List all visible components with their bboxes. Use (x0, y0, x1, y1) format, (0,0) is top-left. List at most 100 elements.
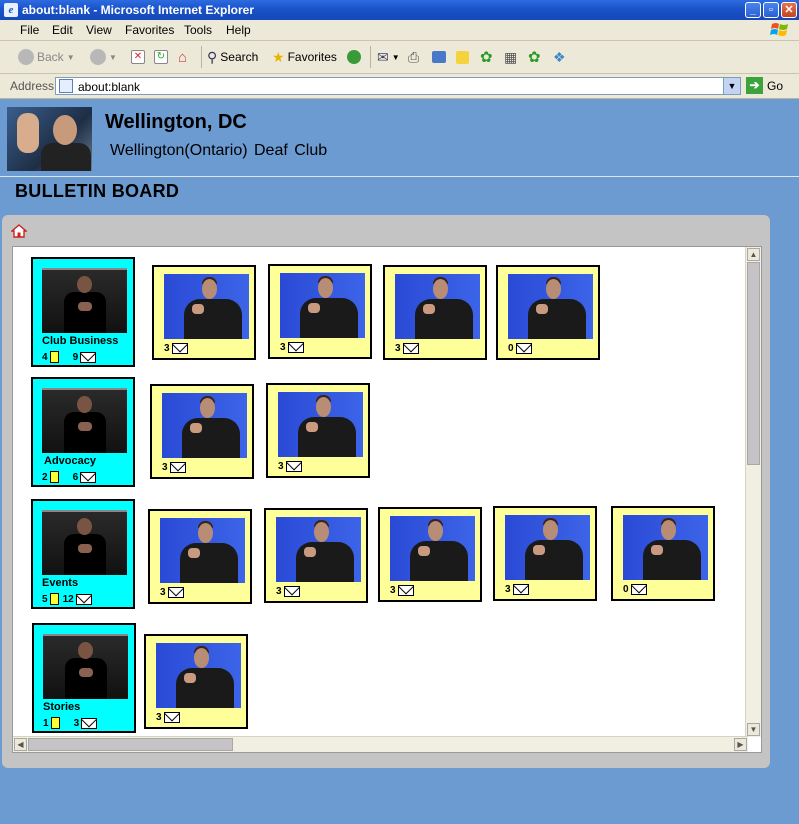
category-label: Advocacy (44, 455, 96, 467)
video-thumbnail (278, 392, 363, 457)
video-post[interactable]: 3 (378, 507, 482, 602)
history-button[interactable] (347, 48, 361, 66)
category-events[interactable]: Events 5 12 (31, 499, 135, 609)
video-thumbnail (164, 274, 249, 339)
chevron-down-icon: ▼ (391, 52, 400, 62)
scroll-down-icon[interactable]: ▼ (747, 723, 760, 736)
video-thumbnail (390, 516, 475, 581)
category-thumbnail (42, 268, 127, 333)
window-title: about:blank - Microsoft Internet Explore… (22, 3, 255, 17)
video-thumbnail (508, 274, 593, 339)
forward-button[interactable]: ▼ (90, 48, 117, 66)
menu-tools[interactable]: Tools (184, 23, 212, 37)
reply-count: 3 (278, 461, 284, 472)
discuss-button[interactable] (456, 48, 469, 66)
category-thumbnail (42, 510, 127, 575)
address-value: about:blank (78, 80, 141, 94)
menu-file[interactable]: File (20, 23, 39, 37)
maximize-button[interactable]: ▫ (763, 2, 779, 18)
reply-count: 3 (160, 587, 166, 598)
category-label: Stories (43, 701, 81, 713)
go-label: Go (767, 78, 784, 93)
messenger-button[interactable]: ✿ (528, 48, 541, 66)
envelope-icon (80, 471, 97, 483)
address-dropdown[interactable]: ▼ (723, 78, 740, 94)
search-button[interactable]: ⚲ Search (207, 48, 258, 66)
icq-button[interactable]: ✿ (480, 48, 493, 66)
video-post[interactable]: 3 (152, 265, 256, 360)
board-title: BULLETIN BOARD (15, 181, 180, 201)
envelope-icon (81, 717, 98, 729)
toolbar: Back ▼ ▼ ✕ ↻ ⌂ ⚲ Search ★ Favorites ✉ ▼ … (0, 41, 799, 74)
category-stories[interactable]: Stories 1 3 (32, 623, 136, 733)
search-icon: ⚲ (207, 48, 218, 65)
document-icon (49, 471, 59, 483)
reply-count: 3 (162, 462, 168, 473)
back-button[interactable]: Back ▼ (18, 48, 75, 66)
avatar-body (41, 143, 91, 171)
refresh-button[interactable]: ↻ (154, 48, 168, 66)
video-post[interactable]: 3 (383, 265, 487, 360)
toolbar-separator (201, 46, 202, 68)
video-post[interactable]: 3 (144, 634, 248, 729)
video-post[interactable]: 3 (266, 383, 370, 478)
topic-count: 4 (42, 351, 48, 363)
address-input[interactable]: about:blank ▼ (55, 77, 741, 95)
message-count: 3 (73, 717, 80, 729)
menu-edit[interactable]: Edit (52, 23, 73, 37)
video-thumbnail (280, 273, 365, 338)
print-icon: ⎙ (408, 48, 420, 65)
chevron-down-icon: ▼ (66, 52, 75, 62)
reply-count: 3 (276, 586, 282, 597)
home-button[interactable]: ⌂ (178, 48, 187, 66)
message-count: 12 (62, 593, 74, 605)
history-icon (347, 50, 361, 64)
home-icon[interactable] (11, 223, 27, 239)
research-button[interactable]: ▦ (504, 48, 517, 66)
vertical-scroll-thumb[interactable] (747, 262, 760, 465)
vertical-scrollbar[interactable]: ▲ ▼ (745, 247, 761, 737)
minimize-button[interactable]: _ (745, 2, 761, 18)
mail-button[interactable]: ✉ ▼ (377, 48, 400, 66)
video-post[interactable]: 3 (493, 506, 597, 601)
favorites-button[interactable]: ★ Favorites (272, 48, 337, 66)
forward-arrow-icon (90, 49, 106, 65)
menu-view[interactable]: View (86, 23, 112, 37)
video-post[interactable]: 3 (264, 508, 368, 603)
page-icon (59, 79, 73, 93)
video-post[interactable]: 3 (150, 384, 254, 479)
edit-button[interactable] (432, 48, 446, 66)
menu-bar: File Edit View Favorites Tools Help (0, 20, 799, 41)
go-button[interactable]: ➔ Go (746, 77, 783, 94)
scroll-left-icon[interactable]: ◀ (14, 738, 27, 751)
horizontal-scrollbar[interactable]: ◀ ▶ (13, 736, 748, 752)
print-button[interactable]: ⎙ (408, 48, 419, 66)
topic-count: 2 (42, 471, 48, 483)
scroll-right-icon[interactable]: ▶ (734, 738, 747, 751)
video-post[interactable]: 0 (611, 506, 715, 601)
envelope-icon (515, 343, 532, 354)
avatar-face (53, 115, 77, 145)
envelope-icon (512, 584, 529, 595)
video-post[interactable]: 3 (268, 264, 372, 359)
category-thumbnail (42, 388, 127, 453)
chevron-down-icon: ▼ (109, 52, 117, 62)
home-icon: ⌂ (178, 48, 188, 66)
document-icon (50, 717, 60, 729)
stop-button[interactable]: ✕ (131, 48, 145, 66)
horizontal-scroll-thumb[interactable] (28, 738, 233, 751)
back-arrow-icon (18, 49, 34, 65)
category-club-business[interactable]: Club Business 4 9 (31, 257, 135, 367)
menu-favorites[interactable]: Favorites (125, 23, 174, 37)
address-label: Address (10, 79, 55, 93)
category-advocacy[interactable]: Advocacy 2 6 (31, 377, 135, 487)
msn-button[interactable]: ❖ (553, 48, 566, 66)
video-thumbnail (156, 643, 241, 708)
title-bar: e about:blank - Microsoft Internet Explo… (0, 0, 799, 20)
message-count: 6 (72, 471, 79, 483)
scroll-up-icon[interactable]: ▲ (747, 248, 760, 261)
menu-help[interactable]: Help (226, 23, 251, 37)
video-post[interactable]: 3 (148, 509, 252, 604)
close-button[interactable]: ✕ (781, 2, 797, 18)
video-post[interactable]: 0 (496, 265, 600, 360)
